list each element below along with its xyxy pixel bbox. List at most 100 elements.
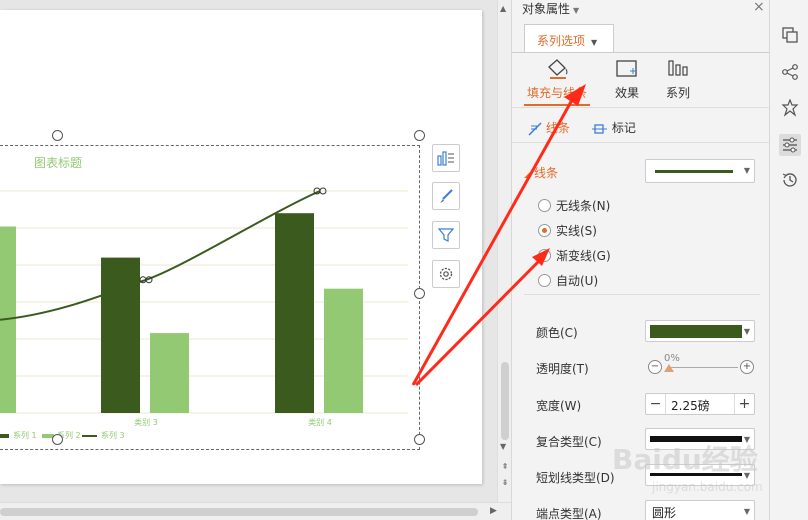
subtab-marker-label: 标记 [611,121,636,135]
bar-series2-3[interactable] [150,333,189,413]
width-value[interactable]: 2.25磅 [671,397,710,414]
chart-svg: 图表标题 类别 3 类别 4 系列 1 系列 2 系列 3 [0,156,408,440]
transparency-value: 0% [664,353,680,364]
history-tool-button[interactable] [779,169,801,191]
bar-series1-3[interactable] [101,257,140,413]
width-label: 宽度(W) [536,399,582,413]
endpoint-type-value: 圆形 [652,506,677,520]
dash-type-dropdown[interactable]: ▼ [645,464,755,486]
legend-series1: 系列 1 [13,430,37,440]
brush-icon [440,189,453,203]
line-section-header[interactable]: ◢ 线条 [524,164,558,181]
width-increase-button[interactable]: + [734,394,754,414]
marker-icon [592,123,607,134]
radio-button-checked[interactable] [538,223,551,237]
resize-handle-bottom[interactable] [52,434,63,445]
series-options-label: 系列选项 [537,34,586,48]
radio-no-line[interactable]: 无线条(N) [538,195,610,215]
radio-button[interactable] [538,248,551,262]
transparency-slider-knob[interactable] [664,364,674,372]
right-toolbar [769,0,808,520]
line-icon [528,121,542,136]
resize-handle-top-right[interactable] [414,130,425,141]
chart-elements-button[interactable] [432,144,460,172]
close-icon[interactable]: × [753,0,765,15]
tab-divider [512,52,770,53]
subtab-marker[interactable]: 标记 [592,119,636,136]
category-label-4: 类别 4 [308,417,332,427]
resize-handle-top[interactable] [52,130,63,141]
chart-elements-icon [437,151,454,166]
radio-divider [524,294,760,295]
subtab-line-label: 线条 [545,121,570,135]
scroll-down-icon[interactable]: ▼ [500,442,506,451]
horizontal-scroll-thumb[interactable] [0,508,478,516]
properties-tool-button[interactable] [779,134,801,156]
active-tab-indicator [524,104,590,106]
transparency-slider[interactable] [668,367,738,368]
chart-frame[interactable]: 图表标题 类别 3 类别 4 系列 1 系列 2 系列 3 [0,145,420,450]
series-bars-icon [668,60,688,76]
legend-swatch-series1 [0,434,9,438]
endpoint-type-dropdown[interactable]: 圆形 ▼ [645,500,755,520]
chevron-down-icon: ▼ [743,327,750,336]
tab-fill-line-label: 填充与线条 [526,86,587,100]
scroll-up-icon[interactable]: ▲ [500,4,506,13]
radio-button[interactable] [538,198,551,212]
tab-fill-line[interactable]: 填充与线条 [522,58,592,101]
radio-label: 无线条(N) [556,198,611,213]
radio-label: 实线(S) [556,223,597,238]
radio-solid-line[interactable]: 实线(S) [538,220,597,240]
transparency-decrease-button[interactable]: − [648,360,662,374]
line-series3[interactable] [0,190,321,321]
radio-label: 自动(U) [556,273,599,288]
chevron-down-icon: ▼ [743,471,750,480]
chart-settings-button[interactable] [432,260,460,288]
chart-title[interactable]: 图表标题 [34,156,82,170]
bar-series1-4[interactable] [275,213,314,413]
share-icon [782,64,798,80]
category-label-3: 类别 3 [134,417,158,427]
horizontal-scrollbar[interactable]: ▶ [0,502,511,520]
radio-auto[interactable]: 自动(U) [538,270,598,290]
animation-tool-button[interactable] [779,97,801,119]
radio-button[interactable] [538,273,551,287]
tab-effects-label: 效果 [614,86,639,100]
panel-title-caret-icon: ▼ [573,6,580,15]
radio-gradient-line[interactable]: 渐变线(G) [538,245,611,265]
tab-series[interactable]: 系列 [643,58,713,101]
transparency-increase-button[interactable]: + [740,360,754,374]
history-icon [782,173,797,187]
line-style-dropdown[interactable]: ▼ [645,159,755,183]
panel-title[interactable]: 对象属性 ▼ [522,0,579,17]
prev-page-icon[interactable]: ⇞ [499,462,511,474]
line-section-label: 线条 [533,166,558,180]
subtab-divider [512,142,770,143]
chart-filter-button[interactable] [432,221,460,249]
scroll-right-icon[interactable]: ▶ [490,506,497,516]
star-animation-icon [781,99,799,117]
share-tool-button[interactable] [779,61,801,83]
legend-series3: 系列 3 [101,430,125,440]
width-stepper[interactable]: − 2.25磅 + [645,393,755,415]
subtab-line[interactable]: 线条 [528,119,570,136]
color-dropdown[interactable]: ▼ [645,320,755,342]
resize-handle-bottom-right[interactable] [414,434,425,445]
tab-series-label: 系列 [665,86,690,100]
slide-page[interactable]: 图表标题 类别 3 类别 4 系列 1 系列 2 系列 3 [0,10,482,484]
vertical-scroll-thumb[interactable] [501,362,509,440]
filter-icon [438,228,454,242]
chart-style-button[interactable] [432,182,460,210]
color-swatch [650,325,742,338]
vertical-scrollbar[interactable]: ▲ ▼ ⇞ ⇟ [497,0,511,502]
bar-series2-4[interactable] [324,288,363,413]
series-options-tab[interactable]: 系列选项 ▼ [524,24,614,52]
compound-type-dropdown[interactable]: ▼ [645,428,755,450]
transparency-label: 透明度(T) [536,362,589,376]
resize-handle-right[interactable] [414,288,425,299]
color-label: 颜色(C) [536,326,578,340]
copy-tool-button[interactable] [779,24,801,46]
next-page-icon[interactable]: ⇟ [499,478,511,490]
width-decrease-button[interactable]: − [646,394,666,414]
compound-line-swatch [650,436,742,442]
